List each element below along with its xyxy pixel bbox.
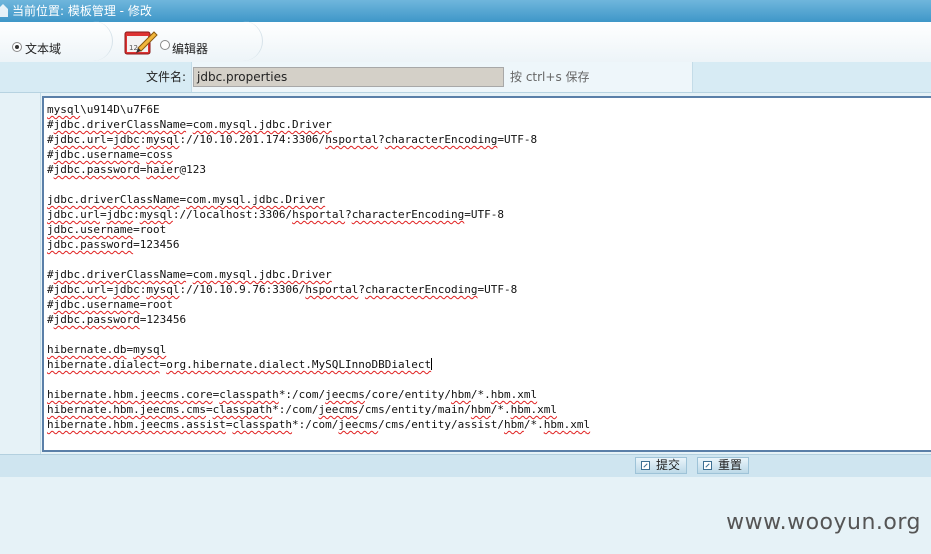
editor-line: hibernate.dialect=org.hibernate.dialect.… <box>47 358 433 371</box>
editor-line: #jdbc.password=haier@123 <box>47 163 206 176</box>
breadcrumb: 当前位置: 模板管理 - 修改 <box>12 4 152 18</box>
editor-line: jdbc.password=123456 <box>47 238 180 251</box>
watermark: www.wooyun.org <box>726 510 921 535</box>
save-hint: 按 ctrl+s 保存 <box>510 70 590 84</box>
filename-label-cell: 文件名: <box>0 62 190 92</box>
filename-input[interactable]: jdbc.properties <box>193 67 504 87</box>
filename-input-cell: jdbc.properties 按 ctrl+s 保存 <box>191 62 693 92</box>
editor-label-cell <box>0 93 41 454</box>
editor-line: pool.checkoutTimeout=5000 <box>47 447 931 450</box>
editor-line: #jdbc.driverClassName=com.mysql.jdbc.Dri… <box>47 268 332 281</box>
home-icon <box>0 4 8 17</box>
editor-line: #jdbc.url=jdbc:mysql://10.10.9.76:3306/h… <box>47 283 518 296</box>
editor-line: #jdbc.username=coss <box>47 148 173 161</box>
textarea-option-label[interactable]: 文本域 <box>25 40 61 57</box>
editor-line: jdbc.username=root <box>47 223 167 236</box>
editor-line: #jdbc.username=root <box>47 298 173 311</box>
reset-button[interactable]: 重置 <box>697 457 749 474</box>
submit-button-label: 提交 <box>656 458 681 472</box>
editor-line: jdbc.driverClassName=com.mysql.jdbc.Driv… <box>47 193 326 206</box>
edit-icon <box>703 461 712 470</box>
filename-label: 文件名: <box>145 70 186 84</box>
editor-line: #jdbc.password=123456 <box>47 313 187 326</box>
editor-option-label[interactable]: 编辑器 <box>172 40 208 57</box>
svg-text:12: 12 <box>129 44 138 52</box>
textarea-radio[interactable] <box>12 42 22 52</box>
editor-line: jdbc.url=jdbc:mysql://localhost:3306/hsp… <box>47 208 505 221</box>
editor-line: mysql\u914D\u7F6E <box>47 103 160 116</box>
pencil-notepad-icon: 12 <box>124 31 158 55</box>
edit-icon <box>641 461 650 470</box>
toolbar: 文本域 12 编辑器 <box>0 21 931 63</box>
filename-row: 文件名: jdbc.properties 按 ctrl+s 保存 <box>0 62 931 93</box>
title-bar: 当前位置: 模板管理 - 修改 <box>0 0 931 22</box>
editor-line: hibernate.hbm.jeecms.cms=classpath*:/com… <box>47 403 557 416</box>
editor-line: #jdbc.url=jdbc:mysql://10.10.201.174:330… <box>47 133 538 146</box>
editor-radio[interactable] <box>160 40 170 50</box>
submit-button[interactable]: 提交 <box>635 457 687 474</box>
editor-line: #jdbc.driverClassName=com.mysql.jdbc.Dri… <box>47 118 332 131</box>
action-bar: 提交 重置 <box>0 454 931 478</box>
editor-line: hibernate.hbm.jeecms.core=classpath*:/co… <box>47 388 538 401</box>
editor-line: hibernate.db=mysql <box>47 343 167 356</box>
template-content-textarea[interactable]: mysql\u914D\u7F6E #jdbc.driverClassName=c… <box>42 96 931 452</box>
editor-line: hibernate.hbm.jeecms.assist=classpath*:/… <box>47 418 591 431</box>
reset-button-label: 重置 <box>718 458 743 472</box>
